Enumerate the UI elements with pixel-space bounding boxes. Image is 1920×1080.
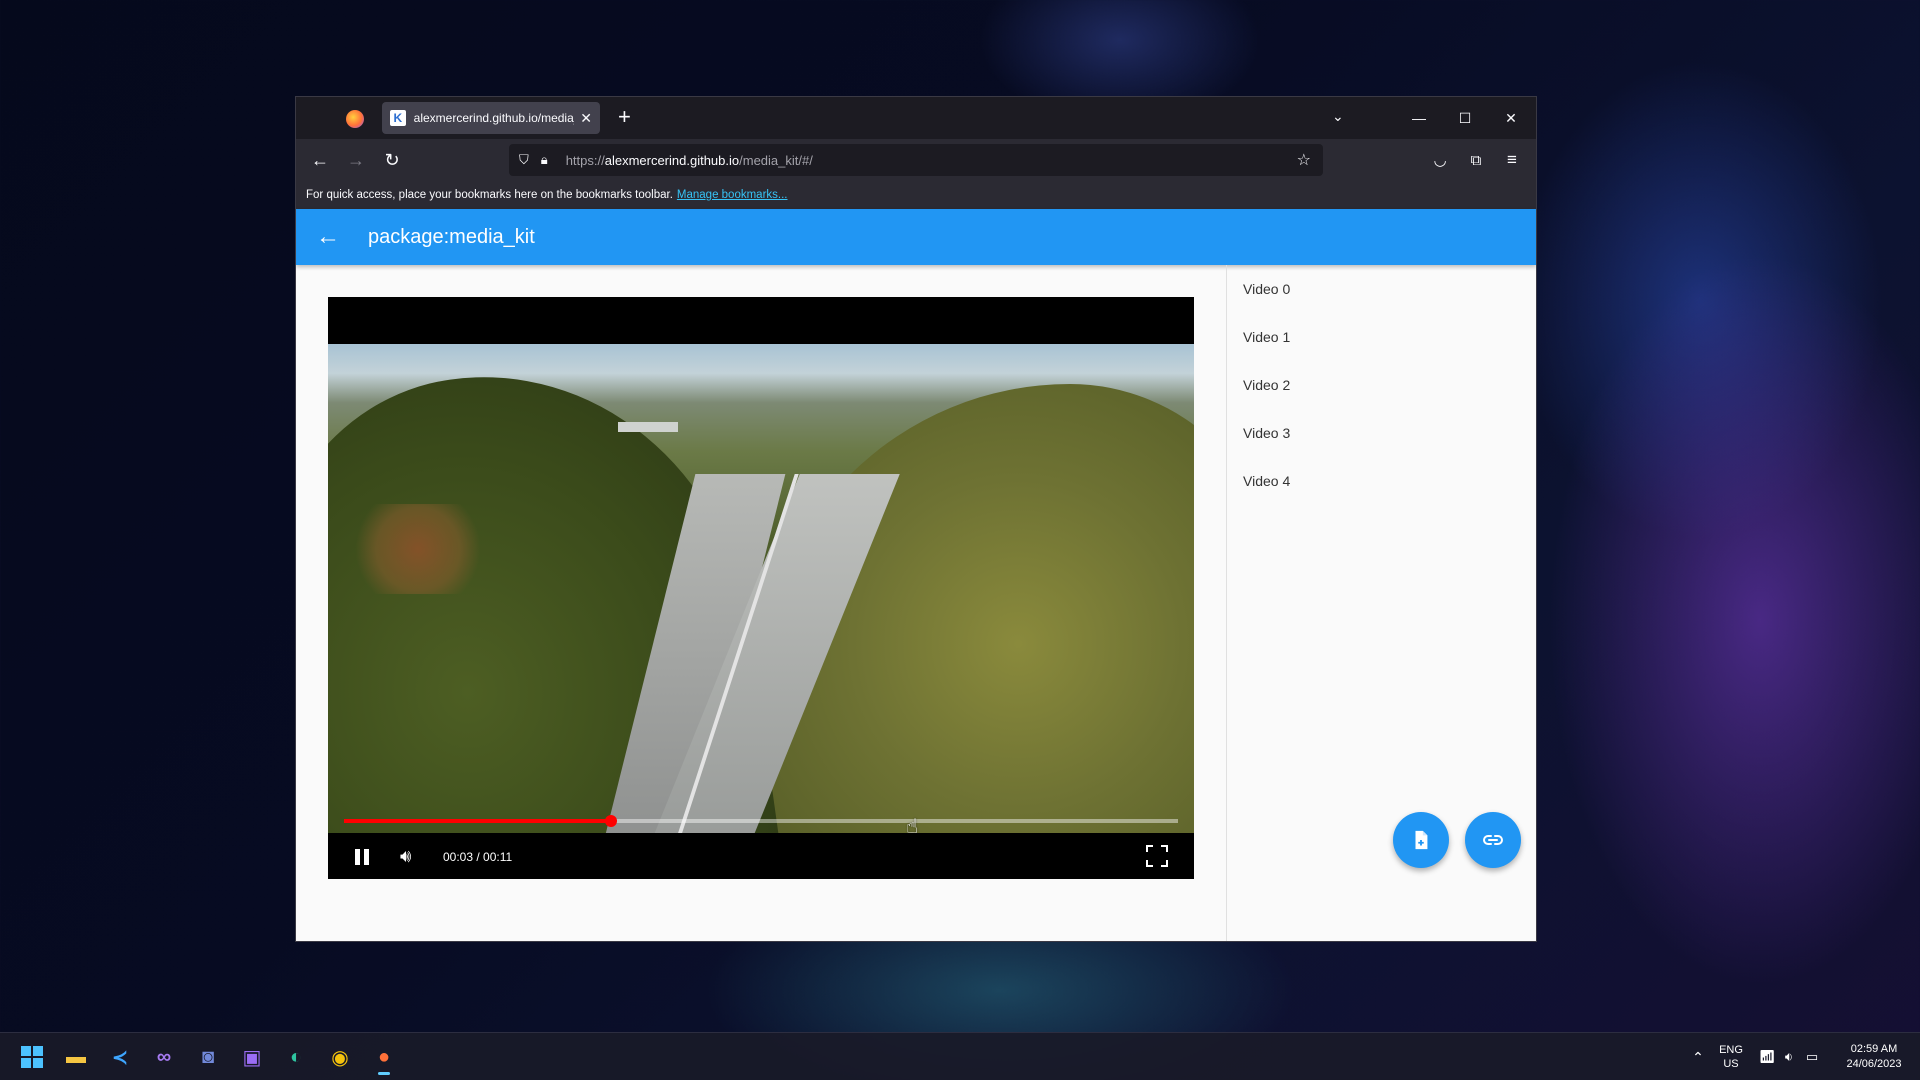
pause-icon[interactable]	[352, 847, 372, 867]
url-path: /media_kit/#/	[739, 152, 813, 168]
firefox-icon[interactable]: ●	[368, 1041, 400, 1075]
seek-progress	[344, 819, 611, 823]
volume-icon[interactable]: 🔊︎	[400, 846, 411, 867]
video-list-item[interactable]: Video 1	[1227, 313, 1536, 361]
volume-icon[interactable]: 🔉︎	[1780, 1033, 1798, 1080]
taskbar: ▬ ≺ ∞ ◙ ▣ ◐ ◉ ● ⌃ ENG US 📶︎ 🔉︎ ▭ 02:59 A…	[0, 1032, 1920, 1080]
title-bar: K alexmercerind.github.io/media_kit/#/ ✕…	[296, 97, 1536, 139]
lock-icon[interactable]: 🔒︎	[541, 152, 548, 168]
close-icon[interactable]: ✕	[580, 110, 592, 127]
window-close-button[interactable]: ✕	[1488, 97, 1534, 139]
url-prefix: https://	[565, 152, 605, 168]
video-list-item[interactable]: Video 3	[1227, 409, 1536, 457]
open-file-button[interactable]	[1393, 812, 1449, 868]
link-icon	[1483, 835, 1503, 845]
file-icon	[1415, 830, 1428, 850]
open-link-button[interactable]	[1465, 812, 1521, 868]
clock[interactable]: 02:59 AM 24/06/2023	[1836, 1033, 1912, 1080]
start-icon[interactable]	[16, 1041, 48, 1073]
language-region: US	[1723, 1058, 1739, 1070]
edge-icon[interactable]: ◐	[280, 1041, 312, 1073]
back-arrow-icon[interactable]: ←	[314, 223, 342, 251]
seek-bar[interactable]	[344, 815, 1178, 827]
video-list-item[interactable]: Video 0	[1227, 265, 1536, 313]
minimize-button[interactable]: —	[1396, 97, 1442, 139]
bookmarks-toolbar: For quick access, place your bookmarks h…	[296, 181, 1536, 209]
bookmarks-message: For quick access, place your bookmarks h…	[306, 189, 673, 201]
star-icon[interactable]: ☆	[1297, 150, 1311, 170]
chevron-up-icon[interactable]: ⌃	[1688, 1033, 1708, 1080]
browser-tab[interactable]: K alexmercerind.github.io/media_kit/#/ ✕	[382, 102, 600, 134]
visual-studio-preview-icon[interactable]: ▣	[236, 1041, 268, 1073]
video-autumn-trees	[348, 504, 488, 594]
visual-studio-icon[interactable]: ∞	[148, 1041, 180, 1073]
language-code: ENG	[1719, 1044, 1743, 1056]
language-indicator[interactable]: ENG US	[1716, 1033, 1746, 1080]
wifi-icon[interactable]: 📶︎	[1758, 1033, 1776, 1080]
video-frame[interactable]	[328, 344, 1194, 833]
fullscreen-icon[interactable]	[1146, 845, 1168, 867]
shield-icon[interactable]: ⛉	[519, 152, 529, 168]
clock-time: 02:59 AM	[1850, 1043, 1898, 1055]
navigation-toolbar: ← → ↻ ⛉ 🔒︎ https://alexmercerind.github.…	[296, 139, 1536, 181]
chrome-icon[interactable]: ◉	[324, 1041, 356, 1073]
app-content: ← package:media_kit ☝ 🔊︎ 00:03 / 00:11 V…	[296, 209, 1536, 941]
hand-cursor-icon: ☝	[906, 816, 919, 838]
tab-title: alexmercerind.github.io/media_kit/#/	[413, 111, 575, 125]
hamburger-menu-icon[interactable]: ≡	[1500, 148, 1524, 172]
time-display: 00:03 / 00:11	[443, 850, 513, 864]
firefox-logo-icon	[346, 110, 364, 128]
file-explorer-icon[interactable]: ▬	[60, 1041, 92, 1073]
vscode-icon[interactable]: ≺	[104, 1041, 136, 1073]
video-list-item[interactable]: Video 2	[1227, 361, 1536, 409]
page-title: package:media_kit	[368, 226, 535, 248]
video-player[interactable]: ☝ 🔊︎ 00:03 / 00:11	[328, 297, 1194, 879]
flutter-favicon-icon: K	[390, 110, 406, 126]
arrow-left-icon[interactable]: ←	[308, 148, 332, 172]
url-text[interactable]: https://alexmercerind.github.io/media_ki…	[566, 153, 813, 168]
video-list: Video 0 Video 1 Video 2 Video 3 Video 4	[1227, 265, 1536, 505]
battery-icon[interactable]: ▭	[1802, 1033, 1822, 1080]
chevron-down-icon[interactable]: ⌄	[1332, 108, 1344, 125]
discord-icon[interactable]: ◙	[192, 1041, 224, 1073]
arrow-right-icon[interactable]: →	[344, 148, 368, 172]
pocket-icon[interactable]: ◡	[1428, 148, 1452, 172]
reload-icon[interactable]: ↻	[380, 148, 404, 172]
maximize-button[interactable]: ☐	[1442, 97, 1488, 139]
clock-date: 24/06/2023	[1846, 1058, 1902, 1070]
manage-bookmarks-link[interactable]: Manage bookmarks...	[677, 189, 788, 201]
url-bar[interactable]: ⛉ 🔒︎ https://alexmercerind.github.io/med…	[509, 144, 1323, 176]
seek-thumb[interactable]	[604, 815, 617, 827]
plus-icon[interactable]: +	[618, 106, 631, 128]
video-bridge	[618, 422, 678, 432]
browser-window: K alexmercerind.github.io/media_kit/#/ ✕…	[295, 96, 1537, 942]
video-list-item[interactable]: Video 4	[1227, 457, 1536, 505]
app-bar: ← package:media_kit	[296, 209, 1536, 265]
puzzle-icon[interactable]: ⧉	[1464, 148, 1488, 172]
url-host: alexmercerind.github.io	[604, 152, 740, 168]
